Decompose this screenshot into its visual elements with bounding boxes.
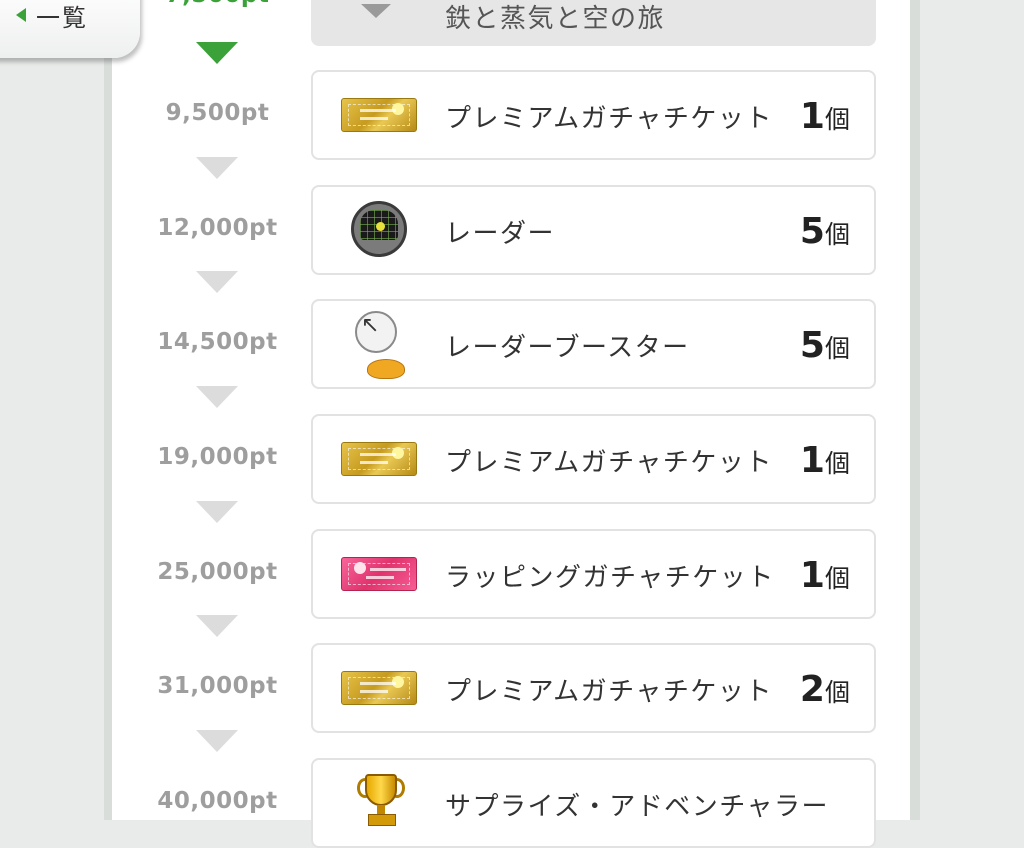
reward-name: プレミアムガチャチケット <box>445 448 773 478</box>
reward-points: 14,500pt <box>157 329 278 355</box>
reward-quantity: 1個 <box>799 555 850 596</box>
reward-points-current: 7,500pt <box>130 0 305 8</box>
reward-card[interactable]: プレミアムガチャチケット 2個 <box>311 643 876 733</box>
reward-name: 鉄と蒸気と空の旅 <box>445 4 666 34</box>
reward-card-current[interactable]: 鉄と蒸気と空の旅 <box>311 0 876 46</box>
trophy-icon <box>357 770 405 838</box>
reward-points: 31,000pt <box>157 673 278 699</box>
premium-gacha-ticket-icon <box>341 98 417 132</box>
progress-arrow-icon <box>196 386 238 408</box>
progress-arrow-icon <box>196 271 238 293</box>
reward-quantity: 2個 <box>799 669 850 710</box>
progress-arrow-icon <box>196 730 238 752</box>
reward-name: レーダーブースター <box>445 333 690 363</box>
progress-arrow-icon <box>196 157 238 179</box>
reward-quantity: 5個 <box>799 211 850 252</box>
reward-card[interactable]: ラッピングガチャチケット 1個 <box>311 529 876 619</box>
reward-card[interactable]: プレミアムガチャチケット 1個 <box>311 70 876 160</box>
reward-name: プレミアムガチャチケット <box>445 677 773 707</box>
reward-quantity: 5個 <box>799 325 850 366</box>
radar-booster-icon: ↖ <box>349 309 413 383</box>
reward-quantity: 1個 <box>799 96 850 137</box>
reward-card[interactable]: プレミアムガチャチケット 1個 <box>311 414 876 504</box>
radar-icon <box>351 201 407 257</box>
reward-name: サプライズ・アドベンチャラー <box>445 792 829 822</box>
reward-name: ラッピングガチャチケット <box>445 563 775 593</box>
progress-arrow-icon <box>196 501 238 523</box>
premium-gacha-ticket-icon <box>341 671 417 705</box>
reward-name: レーダー <box>445 219 556 249</box>
reward-quantity: 1個 <box>799 440 850 481</box>
back-to-list-button[interactable]: 一覧 <box>0 0 140 58</box>
reward-card[interactable]: ↖ レーダーブースター 5個 <box>311 299 876 389</box>
reward-points: 12,000pt <box>157 215 278 241</box>
reward-points: 9,500pt <box>165 100 270 126</box>
progress-arrow-icon <box>196 615 238 637</box>
premium-gacha-ticket-icon <box>341 442 417 476</box>
reward-card[interactable]: サプライズ・アドベンチャラー <box>311 758 876 848</box>
reward-points: 40,000pt <box>157 788 278 814</box>
reward-points: 19,000pt <box>157 444 278 470</box>
reward-name: プレミアムガチャチケット <box>445 104 773 134</box>
wrapping-gacha-ticket-icon <box>341 557 417 591</box>
back-arrow-icon <box>16 8 26 22</box>
reward-points: 25,000pt <box>157 559 278 585</box>
back-label: 一覧 <box>36 4 88 32</box>
reward-card[interactable]: レーダー 5個 <box>311 185 876 275</box>
progress-arrow-current-icon <box>196 42 238 64</box>
expand-triangle-icon <box>361 4 391 18</box>
